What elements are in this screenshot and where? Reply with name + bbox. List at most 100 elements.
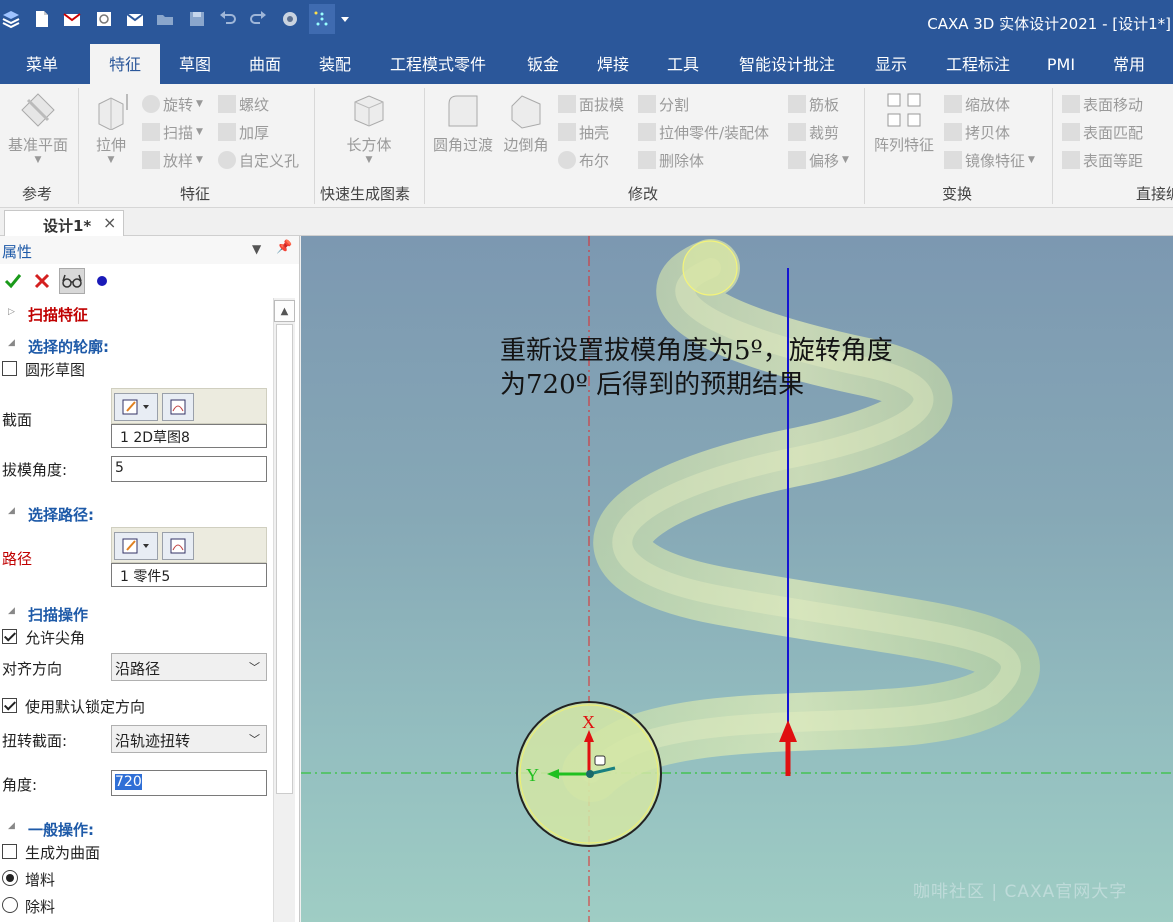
- generate-surface-checkbox[interactable]: [2, 844, 17, 859]
- tab-engineering-annotation[interactable]: 工程标注: [938, 44, 1018, 84]
- loft-icon: [142, 151, 160, 169]
- property-scrollbar[interactable]: ▲: [273, 298, 295, 922]
- tab-tools[interactable]: 工具: [658, 44, 708, 84]
- tab-smart-annotation[interactable]: 智能设计批注: [728, 44, 846, 84]
- tab-feature[interactable]: 特征: [90, 44, 160, 84]
- path-label: 路径: [2, 550, 33, 568]
- tab-welding[interactable]: 焊接: [588, 44, 638, 84]
- helix-end-circle: [682, 240, 738, 296]
- twist-section-label: 扭转截面:: [2, 732, 68, 750]
- scroll-thumb[interactable]: [276, 324, 293, 794]
- collapse-icon[interactable]: ▷: [8, 307, 15, 317]
- tab-common[interactable]: 常用: [1104, 44, 1154, 84]
- stretch-icon: [638, 123, 656, 141]
- boolean-button[interactable]: 布尔: [558, 148, 609, 172]
- angle-input[interactable]: 720: [111, 770, 267, 796]
- thicken-button[interactable]: 加厚: [218, 120, 269, 144]
- design-env-icon[interactable]: [309, 4, 335, 34]
- cancel-button[interactable]: [29, 268, 55, 294]
- loft-label: 放样: [163, 151, 194, 170]
- annotation-line-2: 为720º 后得到的预期结果: [500, 370, 805, 400]
- redo-icon[interactable]: [247, 8, 269, 30]
- 3d-viewport[interactable]: X Y 重新设置拔模角度为5º，旋转角度 为720º 后得到的预期结果 咖啡社区 …: [301, 236, 1173, 922]
- cross-icon: [34, 273, 50, 289]
- select-sketch-button[interactable]: [162, 393, 194, 421]
- preview-button[interactable]: [59, 268, 85, 294]
- tab-sheet-metal[interactable]: 钣金: [518, 44, 568, 84]
- tab-menu[interactable]: 菜单: [14, 44, 70, 84]
- undo-icon[interactable]: [217, 8, 239, 30]
- stretch-part-button[interactable]: 拉伸零件/装配体: [638, 120, 769, 144]
- confirm-button[interactable]: [0, 268, 26, 294]
- chevron-down-icon: ▼: [1028, 155, 1035, 165]
- lock-icon[interactable]: [594, 755, 606, 766]
- general-ops-section-title: 一般操作:: [28, 821, 94, 839]
- thread-button[interactable]: 螺纹: [218, 92, 269, 116]
- revolve-button[interactable]: 旋转 ▼: [142, 92, 203, 116]
- remove-material-radio[interactable]: [2, 897, 18, 913]
- print-icon[interactable]: [93, 8, 115, 30]
- face-move-button[interactable]: 表面移动: [1062, 92, 1143, 116]
- circular-sketch-checkbox[interactable]: [2, 361, 17, 376]
- collapse-icon[interactable]: ◢: [8, 606, 15, 616]
- annotation-line-1: 重新设置拔模角度为5º，旋转角度: [500, 336, 893, 366]
- save-mail-icon[interactable]: [124, 8, 146, 30]
- new-file-icon[interactable]: [31, 8, 53, 30]
- box-label: 长方体: [346, 136, 392, 154]
- generate-surface-label: 生成为曲面: [25, 844, 101, 862]
- panel-dropdown-icon[interactable]: ▼: [252, 242, 261, 256]
- document-tab[interactable]: 设计1* ×: [4, 210, 124, 236]
- collapse-icon[interactable]: ◢: [8, 821, 15, 831]
- mirror-feature-button[interactable]: 镜像特征 ▼: [944, 148, 1035, 172]
- section-value-field[interactable]: 1 2D草图8: [111, 424, 267, 448]
- select-path-button[interactable]: [162, 532, 194, 560]
- sweep-button[interactable]: 扫描 ▼: [142, 120, 203, 144]
- face-match-button[interactable]: 表面匹配: [1062, 120, 1143, 144]
- close-icon[interactable]: ×: [103, 213, 116, 232]
- chamfer-button[interactable]: 边倒角: [500, 90, 552, 155]
- custom-hole-button[interactable]: 自定义孔: [218, 148, 299, 172]
- tab-assembly[interactable]: 装配: [310, 44, 360, 84]
- draft-button[interactable]: 面拔模: [558, 92, 624, 116]
- render-icon[interactable]: [279, 8, 301, 30]
- allow-sharp-checkbox[interactable]: [2, 629, 17, 644]
- caxa-logo-icon[interactable]: [0, 8, 22, 30]
- default-lock-checkbox[interactable]: [2, 698, 17, 713]
- tab-engineering-part[interactable]: 工程模式零件: [382, 44, 494, 84]
- open-file-icon[interactable]: [61, 8, 83, 30]
- folder-icon[interactable]: [154, 8, 176, 30]
- face-equidistant-button[interactable]: 表面等距: [1062, 148, 1143, 172]
- scroll-up-icon[interactable]: ▲: [274, 300, 295, 322]
- tab-display[interactable]: 显示: [866, 44, 916, 84]
- path-value-field[interactable]: 1 零件5: [111, 563, 267, 587]
- copy-body-button[interactable]: 拷贝体: [944, 120, 1010, 144]
- trim-button[interactable]: 裁剪: [788, 120, 839, 144]
- fillet-button[interactable]: 圆角过渡: [430, 90, 496, 155]
- pattern-button[interactable]: 阵列特征: [870, 90, 938, 155]
- customize-dropdown-icon[interactable]: [338, 8, 352, 30]
- tab-surface[interactable]: 曲面: [240, 44, 290, 84]
- save-icon[interactable]: [186, 8, 208, 30]
- rib-button[interactable]: 筋板: [788, 92, 839, 116]
- offset-button[interactable]: 偏移 ▼: [788, 148, 849, 172]
- delete-body-button[interactable]: 删除体: [638, 148, 704, 172]
- edit-path-button[interactable]: [114, 532, 158, 560]
- edit-sketch-button[interactable]: [114, 393, 158, 421]
- loft-button[interactable]: 放样 ▼: [142, 148, 203, 172]
- align-direction-select[interactable]: 沿路径 ﹀: [111, 653, 267, 681]
- shell-button[interactable]: 抽壳: [558, 120, 609, 144]
- scale-body-button[interactable]: 缩放体: [944, 92, 1010, 116]
- collapse-icon[interactable]: ◢: [8, 338, 15, 348]
- add-material-radio[interactable]: [2, 870, 18, 886]
- tab-sketch[interactable]: 草图: [170, 44, 220, 84]
- pin-icon[interactable]: 📌: [276, 240, 292, 255]
- draft-angle-input[interactable]: 5: [111, 456, 267, 482]
- group-divider: [314, 88, 315, 204]
- extrude-button[interactable]: 拉伸 ▼: [86, 90, 136, 165]
- twist-section-select[interactable]: 沿轨迹扭转 ﹀: [111, 725, 267, 753]
- split-button[interactable]: 分割: [638, 92, 689, 116]
- collapse-icon[interactable]: ◢: [8, 506, 15, 516]
- tab-pmi[interactable]: PMI: [1040, 44, 1082, 84]
- box-button[interactable]: 长方体 ▼: [336, 90, 402, 165]
- datum-plane-button[interactable]: 基准平面 ▼: [4, 90, 72, 165]
